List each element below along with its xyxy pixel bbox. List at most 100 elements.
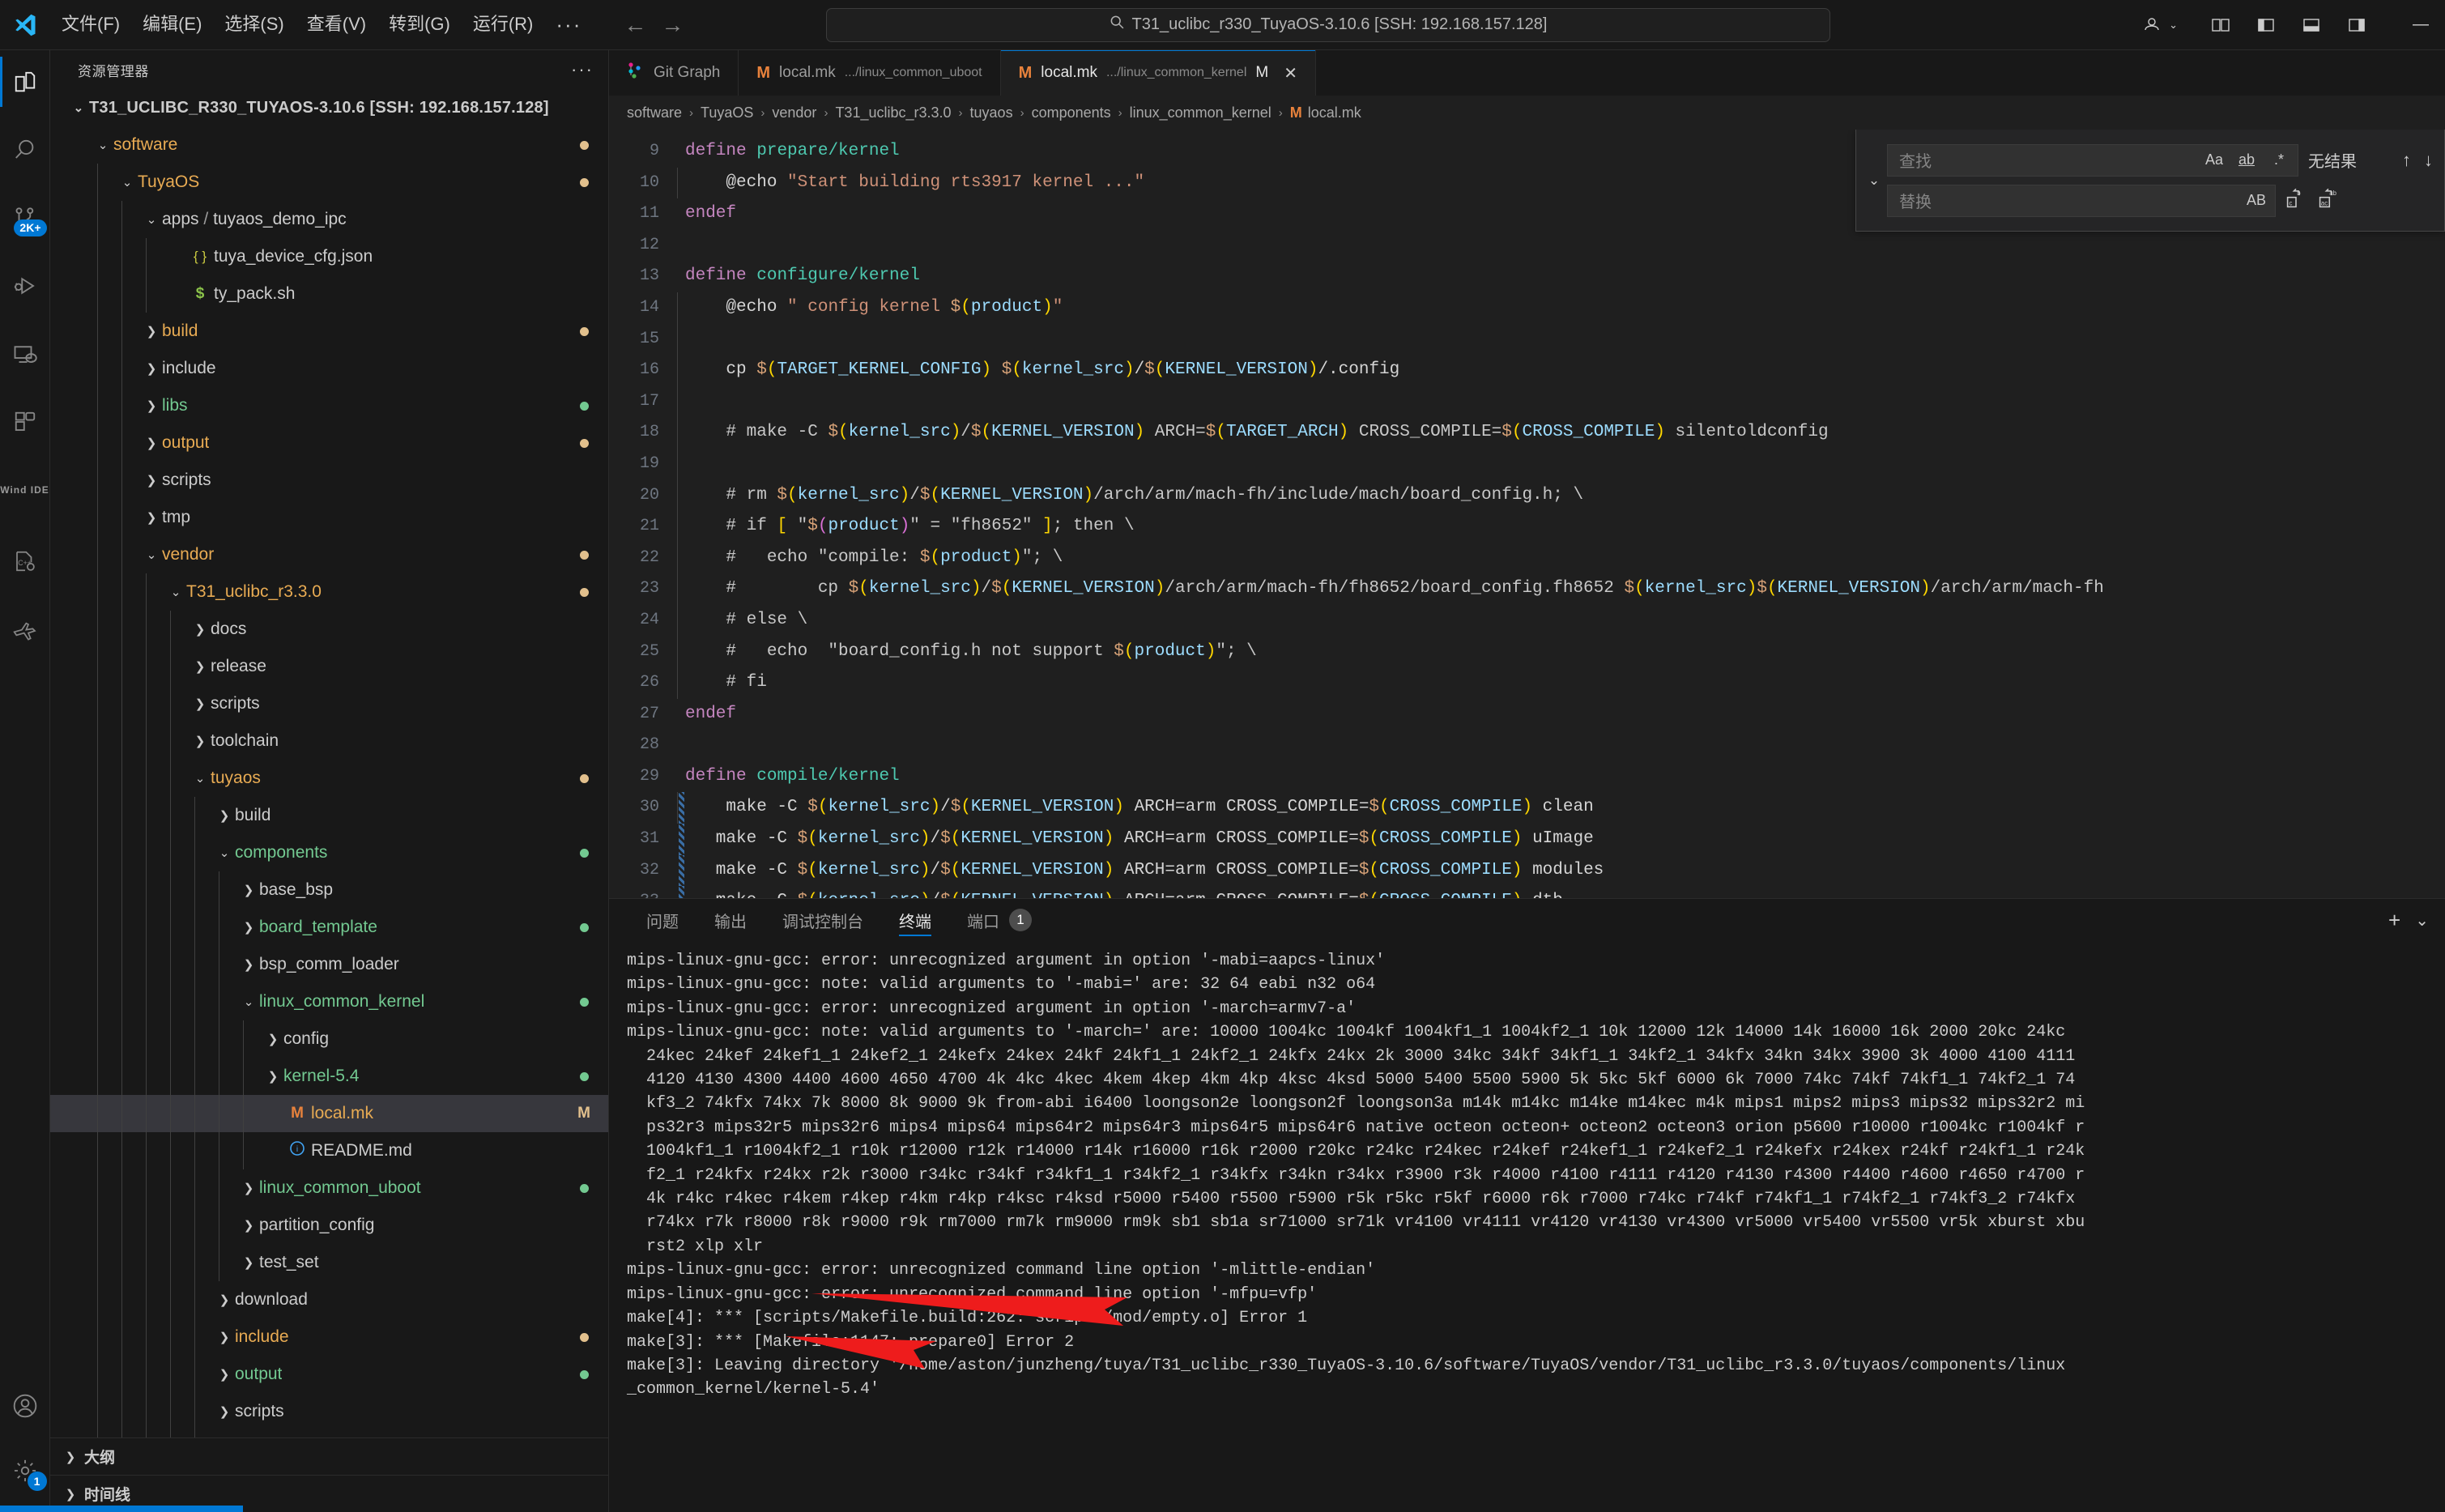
tree-item[interactable]: ⌄ apps / tuyaos_demo_ipc: [50, 201, 608, 238]
code-line[interactable]: 17: [609, 385, 2445, 418]
chevron-down-icon[interactable]: ⌄: [238, 995, 259, 1009]
chevron-right-icon[interactable]: ❯: [214, 1330, 235, 1344]
sidebar-item-extensions[interactable]: [0, 397, 50, 447]
replace-input[interactable]: 替换 AB: [1887, 184, 2276, 217]
chevron-right-icon[interactable]: ❯: [141, 324, 162, 339]
chevron-right-icon[interactable]: ❯: [238, 957, 259, 972]
code-line[interactable]: 15: [609, 323, 2445, 356]
chevron-down-icon[interactable]: ⌄: [141, 212, 162, 227]
tree-item[interactable]: ❯ docs: [50, 611, 608, 648]
tree-item[interactable]: ⌄ linux_common_kernel: [50, 983, 608, 1020]
chevron-right-icon[interactable]: ❯: [238, 920, 259, 935]
editor-tab[interactable]: Mlocal.mk .../linux_common_kernel M ✕: [1000, 50, 1316, 96]
tree-item[interactable]: ❯ output: [50, 1356, 608, 1393]
chevron-right-icon[interactable]: ❯: [141, 398, 162, 413]
code-line[interactable]: 19: [609, 448, 2445, 480]
tree-item[interactable]: ❯ toolchain: [50, 722, 608, 760]
close-icon[interactable]: ✕: [1284, 63, 1297, 83]
tree-item[interactable]: ❯ linux_common_uboot: [50, 1169, 608, 1207]
find-previous-icon[interactable]: ↑: [2402, 150, 2411, 171]
match-case-icon[interactable]: Aa: [2202, 148, 2226, 172]
tree-item[interactable]: ❯iREADME.md: [50, 1132, 608, 1169]
find-input[interactable]: 查找 Aa ab .*: [1887, 143, 2298, 177]
explorer-more-actions-icon[interactable]: ···: [571, 59, 594, 80]
chevron-right-icon[interactable]: ❯: [238, 1181, 259, 1195]
chevron-down-icon[interactable]: ⌄: [165, 585, 186, 599]
tree-item[interactable]: ❯ scripts: [50, 462, 608, 499]
tree-item[interactable]: ❯ scripts: [50, 685, 608, 722]
status-bar-remote-indicator[interactable]: [0, 1506, 243, 1512]
panel-tab[interactable]: 调试控制台: [765, 899, 881, 941]
breadcrumb-item[interactable]: tuyaos: [970, 104, 1013, 121]
chevron-right-icon[interactable]: ❯: [214, 1404, 235, 1419]
chevron-down-icon[interactable]: ⌄: [214, 845, 235, 860]
breadcrumb-item[interactable]: linux_common_kernel: [1130, 104, 1271, 121]
breadcrumb-item[interactable]: T31_uclibc_r3.3.0: [835, 104, 951, 121]
tree-item[interactable]: ❯ test_set: [50, 1244, 608, 1281]
code-line[interactable]: 33 make -C $(kernel_src)/$(KERNEL_VERSIO…: [609, 886, 2445, 898]
chevron-right-icon[interactable]: ❯: [141, 436, 162, 450]
find-replace-widget[interactable]: ⌄ 查找 Aa ab .* 无结果 ↑ ↓ 替换 AB b c ab ac: [1855, 130, 2445, 232]
code-line[interactable]: 16 cp $(TARGET_KERNEL_CONFIG) $(kernel_s…: [609, 355, 2445, 386]
code-line[interactable]: 28: [609, 730, 2445, 761]
menu-edit[interactable]: 编辑(E): [131, 9, 213, 40]
customize-layout-icon[interactable]: [2338, 6, 2375, 44]
tree-item[interactable]: ⌄ components: [50, 834, 608, 871]
code-line[interactable]: 30 make -C $(kernel_src)/$(KERNEL_VERSIO…: [609, 792, 2445, 824]
chevron-right-icon[interactable]: ❯: [214, 808, 235, 823]
whole-word-icon[interactable]: ab: [2234, 148, 2259, 172]
chevron-right-icon[interactable]: ❯: [262, 1069, 283, 1084]
tree-item[interactable]: ⌄ vendor: [50, 536, 608, 573]
toggle-panel-left-icon[interactable]: [2202, 6, 2239, 44]
tree-item[interactable]: ❯ include: [50, 1318, 608, 1356]
breadcrumb-item[interactable]: components: [1032, 104, 1111, 121]
chevron-right-icon[interactable]: ❯: [214, 1293, 235, 1307]
go-back-icon[interactable]: ←: [624, 12, 646, 38]
chevron-right-icon[interactable]: ❯: [238, 1218, 259, 1233]
tree-item[interactable]: ❯ download: [50, 1281, 608, 1318]
tree-item[interactable]: ❯ include: [50, 350, 608, 387]
chevron-right-icon[interactable]: ❯: [190, 659, 211, 674]
toggle-replace-icon[interactable]: ⌄: [1861, 172, 1887, 189]
find-next-icon[interactable]: ↓: [2424, 150, 2433, 171]
file-tree[interactable]: ⌄ T31_UCLIBC_R330_TUYAOS-3.10.6 [SSH: 192…: [50, 89, 608, 1437]
chevron-down-icon[interactable]: ⌄: [117, 175, 138, 190]
editor-tab[interactable]: Mlocal.mk .../linux_common_uboot: [739, 50, 1001, 96]
chevron-down-icon[interactable]: ⌄: [190, 771, 211, 786]
sidebar-item-cpp-config[interactable]: C++: [0, 536, 50, 586]
code-line[interactable]: 31 make -C $(kernel_src)/$(KERNEL_VERSIO…: [609, 824, 2445, 855]
code-line[interactable]: 14 @echo " config kernel $(product)": [609, 292, 2445, 324]
tree-item[interactable]: ❯ partition_config: [50, 1207, 608, 1244]
sidebar-item-source-control[interactable]: 2K+: [0, 193, 50, 243]
breadcrumb[interactable]: software › TuyaOS › vendor › T31_uclibc_r3.3.0…: [609, 96, 2445, 130]
code-line[interactable]: 24 # else \: [609, 604, 2445, 637]
menu-bar[interactable]: 文件(F) 编辑(E) 选择(S) 查看(V) 转到(G) 运行(R) ···: [50, 9, 593, 40]
code-line[interactable]: 32 make -C $(kernel_src)/$(KERNEL_VERSIO…: [609, 854, 2445, 887]
breadcrumb-item[interactable]: vendor: [772, 104, 816, 121]
command-center[interactable]: T31_uclibc_r330_TuyaOS-3.10.6 [SSH: 192.…: [826, 7, 1830, 42]
menu-run[interactable]: 运行(R): [462, 9, 545, 40]
chevron-down-icon[interactable]: ⌄: [92, 138, 113, 152]
sidebar-item-remote-explorer[interactable]: >_: [0, 329, 50, 379]
menu-view[interactable]: 查看(V): [296, 9, 377, 40]
tree-item[interactable]: ❯ config: [50, 1020, 608, 1058]
accounts-icon[interactable]: [2133, 6, 2170, 44]
code-line[interactable]: 27 endef: [609, 699, 2445, 730]
tree-item[interactable]: ❯ tmp: [50, 499, 608, 536]
tree-item[interactable]: ❯ libs: [50, 387, 608, 424]
tree-root-item[interactable]: ⌄ T31_UCLIBC_R330_TUYAOS-3.10.6 [SSH: 192…: [50, 89, 608, 126]
tree-item[interactable]: ❯ board_template: [50, 909, 608, 946]
tree-item[interactable]: ⌄ T31_uclibc_r3.3.0: [50, 573, 608, 611]
code-line[interactable]: 13 define configure/kernel: [609, 261, 2445, 292]
code-line[interactable]: 21 # if [ "$(product)" = "fh8652" ]; the…: [609, 511, 2445, 543]
toggle-panel-bottom-icon[interactable]: [2293, 6, 2330, 44]
code-line[interactable]: 20 # rm $(kernel_src)/$(KERNEL_VERSION)/…: [609, 479, 2445, 512]
chevron-right-icon[interactable]: ❯: [262, 1032, 283, 1046]
chevron-down-icon[interactable]: ⌄: [2169, 19, 2178, 32]
chevron-right-icon[interactable]: ❯: [190, 734, 211, 748]
code-content[interactable]: 9 define prepare/kernel 10 @echo "Start bu…: [609, 130, 2445, 898]
go-forward-icon[interactable]: →: [661, 12, 684, 38]
toggle-primary-sidebar-icon[interactable]: [2247, 6, 2285, 44]
tree-item[interactable]: ❯$ty_pack.sh: [50, 275, 608, 313]
tree-item[interactable]: ⌄ TuyaOS: [50, 164, 608, 201]
